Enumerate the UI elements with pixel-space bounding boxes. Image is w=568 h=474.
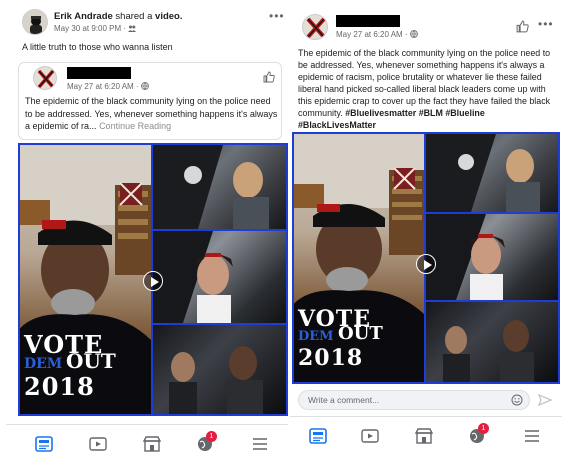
news-feed-icon[interactable] (308, 427, 328, 445)
shirt-text-out: OUT (338, 323, 383, 344)
shirt-text-out: OUT (66, 349, 116, 373)
play-icon[interactable] (416, 254, 436, 274)
collage-tile-driver-2 (153, 231, 286, 323)
shared-post-avatar[interactable] (33, 66, 57, 90)
watch-icon[interactable] (88, 435, 108, 453)
collage-main-tile: VOTE DEM OUT 2018 (294, 134, 424, 382)
menu-icon[interactable] (250, 435, 270, 453)
video-collage[interactable]: VOTE DEM OUT 2018 (18, 143, 288, 416)
comment-input[interactable]: Write a comment... (298, 390, 530, 410)
bottom-nav-bar: 1 (290, 416, 562, 456)
emoji-icon[interactable] (511, 394, 523, 406)
left-post-screenshot: Erik Andrade shared a video. May 30 at 9… (6, 0, 288, 474)
continue-reading-link[interactable]: Continue Reading (99, 121, 171, 131)
collage-tile-driver-1 (426, 134, 558, 212)
globe-icon (409, 30, 418, 38)
car-interior-illustration-1 (426, 134, 540, 212)
friends-icon (128, 25, 137, 32)
shirt-text-dem: DEM (24, 356, 63, 372)
post-timestamp[interactable]: May 27 at 6:20 AM · (336, 30, 408, 39)
post-header-line: Erik Andrade shared a video. (54, 11, 183, 22)
notifications-globe-wrap[interactable]: 1 (196, 431, 217, 453)
shared-post-timestamp[interactable]: May 27 at 6:20 AM · (67, 82, 139, 91)
shirt-text-year: 2018 (24, 372, 95, 401)
post-caption: A little truth to those who wanna listen (22, 42, 173, 52)
shared-phrase: shared a (115, 11, 153, 22)
more-dots-icon[interactable]: ••• (538, 18, 554, 30)
notification-badge: 1 (478, 423, 489, 434)
redacted-name-bar (336, 15, 400, 27)
car-interior-illustration-1 (153, 145, 269, 229)
globe-icon (140, 82, 149, 90)
shirt-text-year: 2018 (298, 345, 364, 371)
notifications-globe-wrap[interactable]: 1 (468, 423, 489, 445)
like-icon[interactable] (263, 71, 275, 83)
collage-tile-driver-3 (153, 325, 286, 414)
collage-main-tile: VOTE DEM OUT 2018 (20, 145, 151, 414)
car-interior-illustration-3 (169, 346, 263, 414)
watch-icon[interactable] (360, 427, 380, 445)
post-meta: May 27 at 6:20 AM · (336, 30, 418, 39)
play-icon[interactable] (143, 271, 163, 291)
notification-badge: 1 (206, 431, 217, 442)
shared-post-text-wrap: The epidemic of the black community lyin… (25, 95, 279, 133)
like-icon[interactable] (516, 20, 529, 33)
car-interior-illustration-3 (443, 320, 534, 382)
car-interior-illustration-2 (426, 214, 505, 300)
sharer-avatar[interactable] (22, 9, 48, 35)
menu-icon[interactable] (522, 427, 542, 445)
post-timestamp-row: May 30 at 9:00 PM · (54, 24, 137, 33)
send-icon[interactable] (538, 394, 552, 406)
avatar-x (303, 15, 327, 39)
collage-tile-driver-3 (426, 302, 558, 382)
redacted-name-bar (67, 67, 131, 79)
right-post-screenshot: May 27 at 6:20 AM · ••• The epidemic of … (290, 0, 562, 474)
collage-tile-driver-2 (426, 214, 558, 300)
news-feed-icon[interactable] (34, 435, 54, 453)
shared-object-link[interactable]: video. (155, 11, 182, 22)
marketplace-icon[interactable] (142, 435, 162, 453)
comment-composer: Write a comment... (298, 388, 556, 412)
shared-post-card[interactable]: May 27 at 6:20 AM · The epidemic of the … (18, 62, 282, 140)
post-timestamp[interactable]: May 30 at 9:00 PM · (54, 24, 126, 33)
bottom-nav-bar: 1 (6, 424, 288, 464)
sharer-avatar-image (23, 10, 47, 34)
collage-tile-driver-1 (153, 145, 286, 229)
sharer-name[interactable]: Erik Andrade (54, 11, 113, 22)
avatar-x (34, 67, 56, 89)
video-collage[interactable]: VOTE DEM OUT 2018 (292, 132, 560, 384)
marketplace-icon[interactable] (414, 427, 434, 445)
post-body: The epidemic of the black community lyin… (298, 47, 558, 131)
shared-post-meta: May 27 at 6:20 AM · (67, 82, 149, 91)
shirt-text-dem: DEM (298, 329, 334, 344)
more-dots-icon[interactable]: ••• (269, 10, 285, 22)
post-avatar[interactable] (302, 14, 328, 40)
comment-placeholder: Write a comment... (308, 395, 380, 405)
car-interior-illustration-2 (153, 231, 233, 323)
